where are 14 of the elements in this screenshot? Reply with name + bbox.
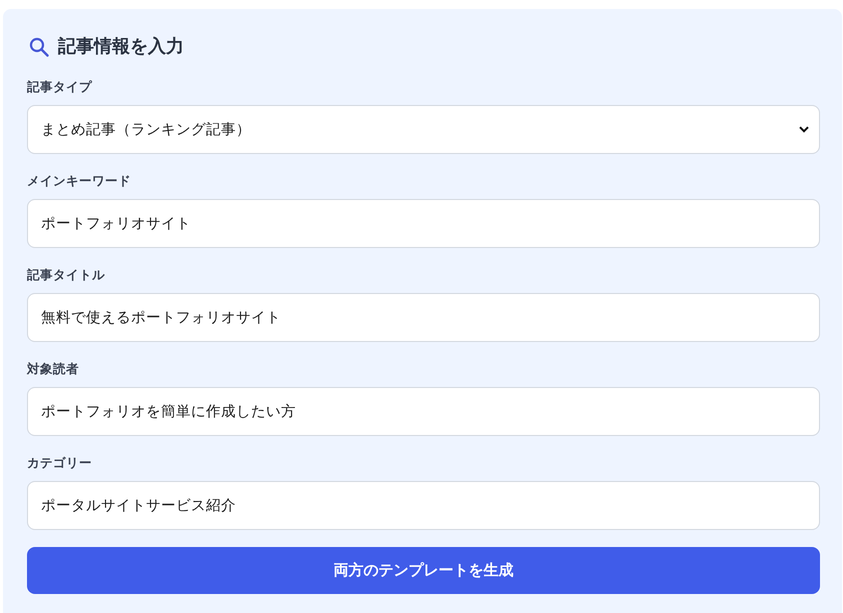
chevron-down-icon <box>799 126 809 133</box>
text-input[interactable]: ポートフォリオサイト <box>27 199 820 248</box>
field-label: メインキーワード <box>27 172 131 190</box>
field-label: 記事タイトル <box>27 266 105 284</box>
text-input[interactable]: 無料で使えるポートフォリオサイト <box>27 293 820 342</box>
text-input[interactable]: ポータルサイトサービス紹介 <box>27 481 820 530</box>
field-label: カテゴリー <box>27 454 92 472</box>
field-label: 記事タイプ <box>27 78 92 96</box>
dropdown-select[interactable]: まとめ記事（ランキング記事） <box>27 105 820 154</box>
panel-title: 記事情報を入力 <box>58 35 184 59</box>
field-label: 対象読者 <box>27 360 79 378</box>
text-input[interactable]: ポートフォリオを簡単に作成したい方 <box>27 387 820 436</box>
search-icon <box>29 37 49 57</box>
generate-button[interactable]: 両方のテンプレートを生成 <box>27 547 820 594</box>
